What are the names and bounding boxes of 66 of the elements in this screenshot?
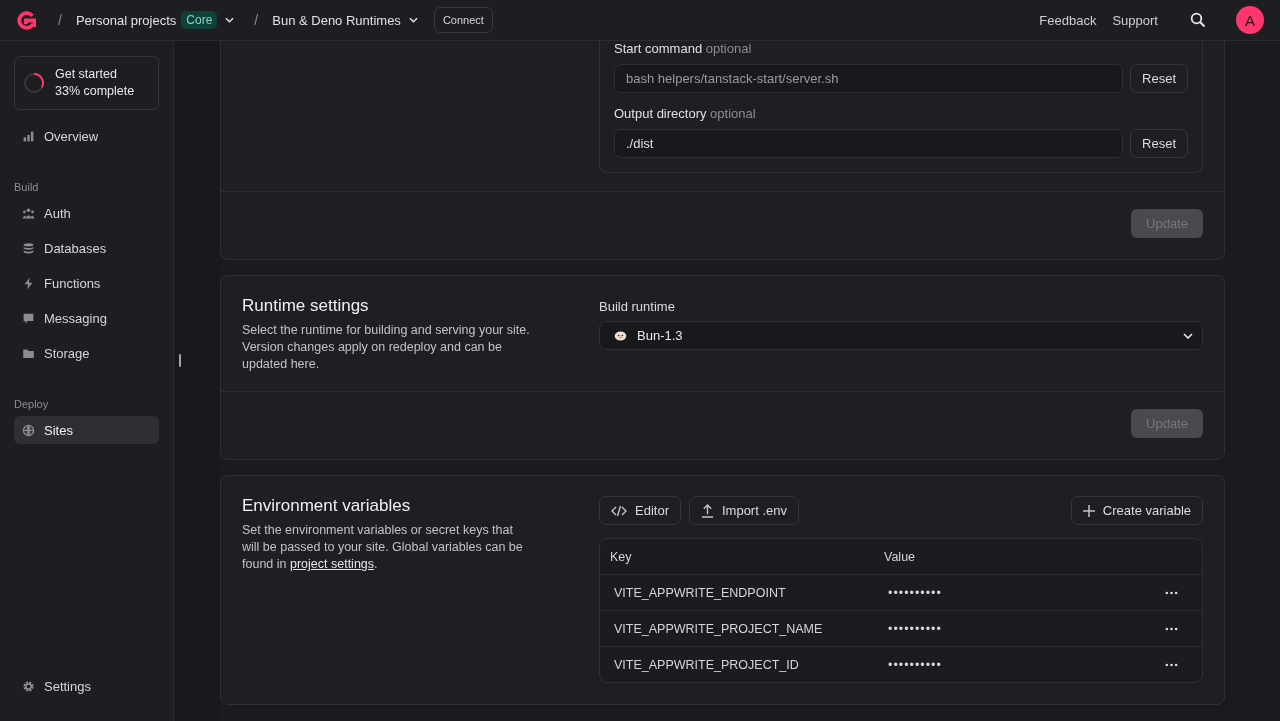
database-icon <box>22 241 35 255</box>
resize-handle[interactable] <box>179 354 181 367</box>
sidebar-item[interactable]: Databases <box>14 234 159 262</box>
runtime-select[interactable]: Bun-1.3 <box>599 321 1203 350</box>
table-cell-text: •••••••••• <box>888 657 943 672</box>
breadcrumb-dropdown[interactable]: Bun & Deno Runtimes <box>272 12 418 28</box>
table-cell-text: •••••••••• <box>888 621 943 636</box>
section-title: Environment variables <box>242 496 412 516</box>
user-avatar[interactable]: A <box>1236 6 1264 34</box>
table-cell-text: VITE_APPWRITE_PROJECT_NAME <box>614 621 824 636</box>
plus-icon <box>1082 504 1095 517</box>
text-input[interactable]: ./dist <box>614 129 1124 158</box>
more-icon[interactable] <box>1165 662 1178 667</box>
sidebar-item[interactable]: Auth <box>14 199 159 227</box>
sidebar-item[interactable]: Overview <box>14 122 159 150</box>
progress-percent: 33% complete <box>55 83 135 100</box>
sidebar-item[interactable]: Settings <box>14 672 159 700</box>
table-cell-text: VITE_APPWRITE_ENDPOINT <box>614 585 787 600</box>
chart-icon <box>22 129 35 143</box>
connect-button[interactable]: Connect <box>433 7 493 33</box>
logo-icon[interactable] <box>14 10 36 30</box>
sidebar-section-title: Build <box>14 181 40 193</box>
sidebar-item[interactable]: Messaging <box>14 304 159 332</box>
reset-button[interactable]: Reset <box>1130 129 1188 158</box>
reset-button[interactable]: Reset <box>1130 64 1188 93</box>
field-label: Build runtime <box>599 299 676 314</box>
section-description: Select the runtime for building and serving your site. Version changes apply on redeploy and can be updated here. <box>242 322 531 373</box>
chevron-down-icon <box>225 17 235 23</box>
folder-icon <box>22 346 35 360</box>
plan-badge: Core <box>181 11 218 29</box>
table-cell-text: •••••••••• <box>888 585 943 600</box>
column-header: Value <box>884 549 917 564</box>
users-icon <box>22 206 35 220</box>
sidebar-item[interactable]: Functions <box>14 269 159 297</box>
create-variable-button[interactable]: Create variable <box>1070 496 1203 525</box>
gear-icon <box>22 679 35 693</box>
section-description: Set the environment variables or secret keys that will be passed to your site. Global variables can be found in project settings. <box>242 522 524 573</box>
header-link[interactable]: Feedback <box>1039 12 1097 28</box>
column-header: Key <box>610 549 633 564</box>
upload-icon <box>700 503 714 518</box>
breadcrumb-separator: / <box>254 12 259 28</box>
chevron-down-icon <box>1183 332 1193 339</box>
toolbar-button[interactable]: Import .env <box>688 496 799 525</box>
sidebar-item[interactable]: Storage <box>14 339 159 367</box>
section-title: Runtime settings <box>242 296 370 316</box>
sidebar-section-title: Deploy <box>14 398 50 410</box>
progress-title: Get started <box>55 66 118 83</box>
code-icon <box>611 504 627 517</box>
chevron-down-icon <box>408 17 418 23</box>
search-icon[interactable] <box>1190 12 1206 28</box>
field-label: Output directory optional <box>614 106 757 121</box>
header-link[interactable]: Support <box>1112 12 1158 28</box>
field-label: Start command optional <box>614 41 753 56</box>
text-input[interactable]: bash helpers/tanstack-start/server.sh <box>614 64 1124 93</box>
chat-icon <box>22 311 35 325</box>
globe-icon <box>22 423 35 437</box>
bolt-icon <box>22 276 35 290</box>
breadcrumb-dropdown[interactable]: Personal projects Core <box>75 11 235 29</box>
toolbar-button[interactable]: Editor <box>599 496 681 525</box>
more-icon[interactable] <box>1165 626 1178 631</box>
breadcrumb-separator: / <box>58 12 62 28</box>
sidebar-item[interactable]: Sites <box>14 416 159 444</box>
progress-card[interactable]: Get started 33% complete <box>14 56 159 110</box>
table-cell-text: VITE_APPWRITE_PROJECT_ID <box>614 657 800 672</box>
more-icon[interactable] <box>1165 590 1178 595</box>
bun-icon <box>614 330 627 341</box>
